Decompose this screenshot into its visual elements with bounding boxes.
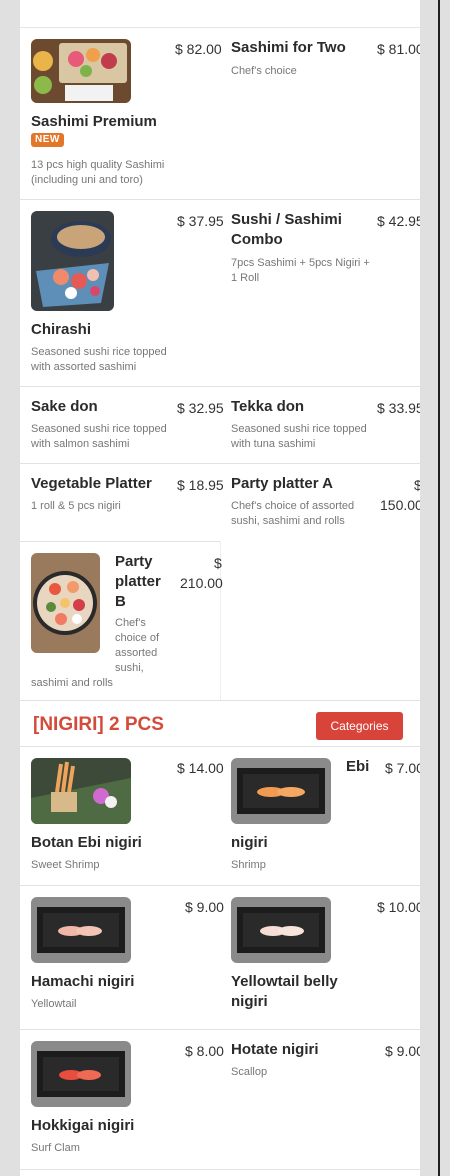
ebi-nigiri-image <box>231 758 331 824</box>
item-description: Chef's choice <box>231 65 297 77</box>
menu-row: Botan Ebi nigiri Sweet Shrimp $ 14.00 Eb… <box>20 747 420 886</box>
sashimi-premium-image <box>31 39 131 103</box>
menu-item-sushi-sashimi-combo[interactable]: Sushi / Sashimi Combo 7pcs Sashimi + 5pc… <box>220 200 420 387</box>
item-price: $ 7.00 <box>385 760 420 776</box>
item-description: 7pcs Sashimi + 5pcs Nigiri + 1 Roll <box>231 257 370 284</box>
item-price: $ 8.00 <box>185 1043 224 1059</box>
menu-item-sake-don[interactable]: Sake don Seasoned sushi rice topped with… <box>20 387 224 464</box>
item-price: $ 82.00 <box>175 41 222 57</box>
item-name: Vegetable Platter <box>31 475 152 492</box>
item-price: $ 9.00 <box>385 1043 420 1059</box>
item-description-line4: sushi, <box>115 662 144 674</box>
menu-item-sashimi-for-two[interactable]: Sashimi for Two Chef's choice $ 81.00 <box>220 28 420 200</box>
item-name: Tekka don <box>231 398 305 415</box>
page-edge <box>438 0 440 1176</box>
item-name-line1: Party <box>115 553 153 570</box>
item-description: Seasoned sushi rice topped with salmon s… <box>31 423 167 450</box>
menu-row: Hamachi nigiri Yellowtail $ 9.00 Yellowt… <box>20 886 420 1030</box>
chirashi-image <box>31 211 114 311</box>
item-name-line2: platter <box>115 573 161 590</box>
item-name: Hamachi nigiri <box>31 973 135 990</box>
item-description: Scallop <box>231 1066 268 1078</box>
item-description: Surf Clam <box>31 1142 80 1154</box>
menu-row: Sashimi Premium NEW 13 pcs high quality … <box>20 28 420 200</box>
item-description: Yellowtail <box>31 998 77 1010</box>
item-description: Shrimp <box>231 859 266 871</box>
item-name: Hotate nigiri <box>231 1041 319 1058</box>
menu-row: Sake don Seasoned sushi rice topped with… <box>20 387 420 464</box>
item-description-line5: sashimi and rolls <box>31 677 113 689</box>
hamachi-nigiri-image <box>31 897 131 963</box>
item-name: Hokkigai nigiri <box>31 1117 135 1134</box>
menu-page: Sashimi Premium NEW 13 pcs high quality … <box>20 0 420 1176</box>
menu-row: Chirashi Seasoned sushi rice topped with… <box>20 200 420 387</box>
item-name-part2: nigiri <box>231 834 268 851</box>
item-price: $ 18.95 <box>177 477 224 493</box>
item-price: $ 10.00 <box>377 899 420 915</box>
item-price-value: 150.00 <box>380 497 420 513</box>
item-description-line3: assorted <box>115 647 158 659</box>
party-platter-b-image <box>31 553 100 653</box>
item-price: $ 32.95 <box>177 400 224 416</box>
menu-item-chirashi[interactable]: Chirashi Seasoned sushi rice topped with… <box>20 200 224 387</box>
menu-item-hokkigai-nigiri[interactable]: Hokkigai nigiri Surf Clam $ 8.00 <box>20 1030 224 1170</box>
item-name-line3: B <box>115 593 126 610</box>
item-description: Sweet Shrimp <box>31 859 100 871</box>
item-description: 1 roll & 5 pcs nigiri <box>31 500 121 512</box>
item-price: $ 42.95 <box>377 213 420 229</box>
previous-row-remnant <box>20 0 420 28</box>
item-name: Botan Ebi nigiri <box>31 834 142 851</box>
menu-item-ebi-nigiri[interactable]: Ebi nigiri Shrimp $ 7.00 <box>220 747 420 886</box>
menu-row: Hokkigai nigiri Surf Clam $ 8.00 Hotate … <box>20 1030 420 1170</box>
menu-item-hotate-nigiri[interactable]: Hotate nigiri Scallop $ 9.00 <box>220 1030 420 1170</box>
item-description: Seasoned sushi rice topped with assorted… <box>31 346 167 373</box>
item-name: Sake don <box>31 398 98 415</box>
menu-item-sashimi-premium[interactable]: Sashimi Premium NEW 13 pcs high quality … <box>20 28 222 200</box>
menu-item-party-platter-b[interactable]: Party platter B Chef's choice of assorte… <box>20 542 223 700</box>
section-title: [NIGIRI] 2 PCS <box>33 714 164 735</box>
item-price: $ 81.00 <box>377 41 420 57</box>
item-name-part1: Ebi <box>346 758 370 775</box>
categories-button[interactable]: Categories <box>316 712 403 740</box>
yellowtail-belly-nigiri-image <box>231 897 331 963</box>
item-price: $ 33.95 <box>377 400 420 416</box>
item-price: $ 14.00 <box>177 760 224 776</box>
menu-row: Vegetable Platter 1 roll & 5 pcs nigiri … <box>20 464 420 700</box>
menu-item-vegetable-platter[interactable]: Vegetable Platter 1 roll & 5 pcs nigiri … <box>20 464 224 542</box>
new-badge: NEW <box>31 133 64 147</box>
item-description: Seasoned sushi rice topped with tuna sas… <box>231 423 367 450</box>
item-name: Chirashi <box>31 321 92 338</box>
menu-item-yellowtail-belly-nigiri[interactable]: Yellowtail belly nigiri $ 10.00 <box>220 886 420 1030</box>
item-name: Sushi / Sashimi Combo <box>231 211 342 248</box>
item-description-line1: Chef's <box>115 617 146 629</box>
item-name: Party platter A <box>231 475 333 492</box>
item-price-symbol: $ <box>414 477 420 493</box>
item-price-value: 210.00 <box>180 575 223 591</box>
item-description-line2: choice of <box>115 632 160 644</box>
menu-item-tekka-don[interactable]: Tekka don Seasoned sushi rice topped wit… <box>220 387 420 464</box>
menu-item-botan-ebi-nigiri[interactable]: Botan Ebi nigiri Sweet Shrimp $ 14.00 <box>20 747 224 886</box>
item-description: 13 pcs high quality Sashimi (including u… <box>31 159 165 186</box>
hokkigai-nigiri-image <box>31 1041 131 1107</box>
section-header-nigiri: [NIGIRI] 2 PCS Categories <box>20 700 420 747</box>
botan-ebi-nigiri-image <box>31 758 131 824</box>
item-name: Sashimi for Two <box>231 39 346 56</box>
item-price-symbol: $ <box>214 555 222 571</box>
item-name: Sashimi Premium <box>31 113 157 130</box>
menu-item-party-platter-a[interactable]: Party platter A Chef's choice of assorte… <box>220 464 420 554</box>
item-name: Yellowtail belly nigiri <box>231 973 338 1010</box>
item-price: $ 37.95 <box>177 213 224 229</box>
item-description: Chef's choice of assorted sushi, sashimi… <box>231 500 355 527</box>
item-price: $ 9.00 <box>185 899 224 915</box>
menu-item-hamachi-nigiri[interactable]: Hamachi nigiri Yellowtail $ 9.00 <box>20 886 224 1030</box>
